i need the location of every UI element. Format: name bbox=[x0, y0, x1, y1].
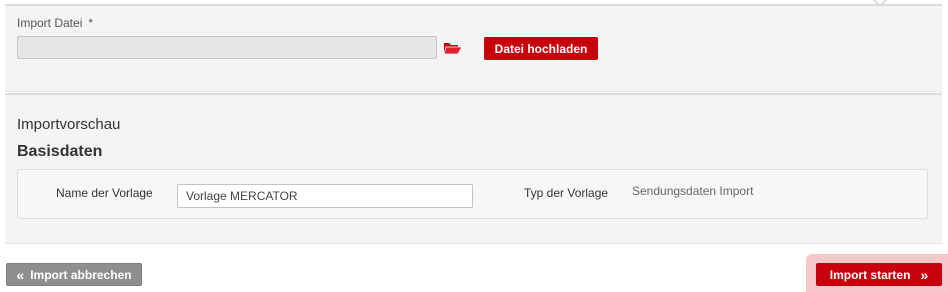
folder-open-icon[interactable] bbox=[443, 40, 463, 56]
upload-panel: Import Datei * Datei hochladen bbox=[5, 4, 942, 92]
basisdaten-heading: Basisdaten bbox=[17, 143, 103, 160]
template-type-label: Typ der Vorlage bbox=[524, 186, 609, 200]
upload-file-button[interactable]: Datei hochladen bbox=[484, 37, 598, 60]
required-marker: * bbox=[88, 16, 94, 30]
basisdaten-box: Name der Vorlage Typ der Vorlage Sendung… bbox=[17, 169, 928, 219]
cancel-import-button[interactable]: « Import abbrechen bbox=[6, 263, 142, 286]
preview-title: Importvorschau bbox=[17, 116, 121, 133]
template-name-label: Name der Vorlage bbox=[56, 186, 153, 200]
import-preview-panel: Importvorschau Basisdaten Name der Vorla… bbox=[5, 93, 942, 244]
start-import-label: Import starten bbox=[829, 267, 911, 282]
import-file-field[interactable] bbox=[17, 36, 437, 59]
cancel-import-label: Import abbrechen bbox=[30, 267, 132, 282]
template-name-input[interactable] bbox=[177, 184, 473, 208]
template-type-value: Sendungsdaten Import bbox=[632, 184, 754, 198]
import-file-label: Import Datei * bbox=[17, 16, 93, 30]
double-chevron-right-icon: » bbox=[920, 266, 929, 283]
start-import-button[interactable]: Import starten » bbox=[816, 263, 942, 286]
double-chevron-left-icon: « bbox=[16, 266, 25, 283]
import-file-label-text: Import Datei bbox=[17, 16, 83, 30]
